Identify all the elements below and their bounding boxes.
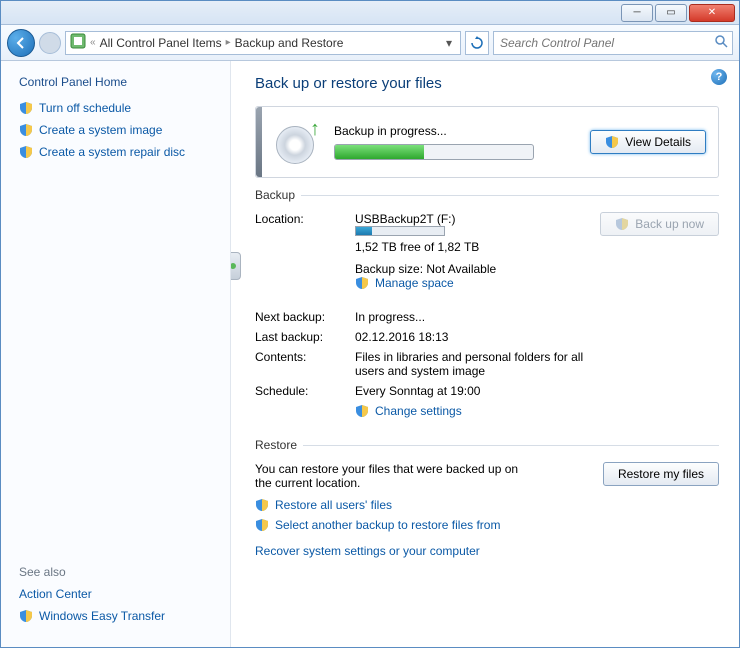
view-details-button[interactable]: View Details [590, 130, 706, 154]
main-panel: ? Back up or restore your files ↑ Backup… [231, 61, 739, 647]
contents-label: Contents: [255, 350, 355, 378]
recover-system-link[interactable]: Recover system settings or your computer [255, 544, 535, 558]
backup-progress-panel: ↑ Backup in progress... View Details [255, 106, 719, 178]
search-box[interactable] [493, 31, 733, 55]
shield-icon [255, 498, 269, 512]
page-title: Back up or restore your files [255, 75, 719, 92]
location-value: USBBackup2T (F:) [355, 212, 599, 226]
sidebar-item-label: Create a system image [39, 123, 162, 137]
view-details-label: View Details [625, 135, 691, 149]
next-backup-value: In progress... [355, 310, 719, 324]
breadcrumb-dropdown[interactable]: ▾ [442, 36, 456, 50]
back-button[interactable] [7, 29, 35, 57]
control-panel-icon [70, 33, 86, 52]
see-also-action-center[interactable]: Action Center [19, 587, 165, 601]
shield-icon [355, 276, 369, 290]
progress-status-text: Backup in progress... [334, 124, 576, 138]
search-icon[interactable] [714, 34, 728, 51]
progress-bar [334, 144, 534, 160]
last-backup-value: 02.12.2016 18:13 [355, 330, 719, 344]
backup-now-label: Back up now [635, 217, 704, 231]
navigation-bar: « All Control Panel Items ▸ Backup and R… [1, 25, 739, 61]
shield-icon [19, 145, 33, 159]
breadcrumb[interactable]: « All Control Panel Items ▸ Backup and R… [65, 31, 461, 55]
restore-description: You can restore your files that were bac… [255, 462, 535, 490]
sidebar-item-label: Turn off schedule [39, 101, 131, 115]
sidebar-item-turn-off-schedule[interactable]: Turn off schedule [19, 101, 230, 115]
restore-group: Restore You can restore your files that … [255, 438, 719, 558]
manage-space-link[interactable]: Manage space [375, 276, 454, 290]
restore-my-files-button[interactable]: Restore my files [603, 462, 719, 486]
help-icon[interactable]: ? [711, 69, 727, 85]
backup-disc-icon: ↑ [276, 120, 320, 164]
restore-all-users-link[interactable]: Restore all users' files [275, 498, 392, 512]
see-also-section: See also Action Center Windows Easy Tran… [19, 565, 165, 631]
restore-my-files-label: Restore my files [618, 467, 704, 481]
backup-size-text: Backup size: Not Available [355, 262, 599, 276]
shield-icon [355, 404, 369, 418]
sidebar-item-create-system-image[interactable]: Create a system image [19, 123, 230, 137]
free-space-text: 1,52 TB free of 1,82 TB [355, 240, 599, 254]
sidebar-item-label: Create a system repair disc [39, 145, 185, 159]
last-backup-label: Last backup: [255, 330, 355, 344]
maximize-button[interactable]: ▭ [655, 4, 687, 22]
schedule-value: Every Sonntag at 19:00 [355, 384, 719, 398]
sidebar-item-create-repair-disc[interactable]: Create a system repair disc [19, 145, 230, 159]
disk-usage-bar [355, 226, 445, 236]
location-label: Location: [255, 212, 355, 296]
chevron-right-icon: ▸ [226, 37, 231, 48]
schedule-label: Schedule: [255, 384, 355, 398]
progress-stripe [256, 107, 262, 177]
see-also-label: Action Center [19, 587, 92, 601]
shield-icon [615, 217, 629, 231]
breadcrumb-item[interactable]: Backup and Restore [235, 36, 344, 50]
sidebar-home-link[interactable]: Control Panel Home [19, 75, 230, 89]
backup-legend: Backup [255, 188, 301, 202]
window-titlebar: ─ ▭ ✕ [1, 1, 739, 25]
minimize-button[interactable]: ─ [621, 4, 653, 22]
backup-now-button: Back up now [600, 212, 719, 236]
close-button[interactable]: ✕ [689, 4, 735, 22]
shield-icon [605, 135, 619, 149]
shield-icon [19, 123, 33, 137]
shield-icon [19, 101, 33, 115]
see-also-label: Windows Easy Transfer [39, 609, 165, 623]
backup-group: Backup Location: USBBackup2T (F:) 1,52 T… [255, 188, 719, 430]
shield-icon [255, 518, 269, 532]
see-also-easy-transfer[interactable]: Windows Easy Transfer [19, 609, 165, 623]
see-also-title: See also [19, 565, 165, 579]
shield-icon [19, 609, 33, 623]
search-input[interactable] [498, 35, 714, 51]
contents-value: Files in libraries and personal folders … [355, 350, 615, 378]
sidebar: Control Panel Home Turn off schedule Cre… [1, 61, 231, 647]
next-backup-label: Next backup: [255, 310, 355, 324]
select-another-backup-link[interactable]: Select another backup to restore files f… [275, 518, 500, 532]
restore-legend: Restore [255, 438, 303, 452]
breadcrumb-item[interactable]: All Control Panel Items [100, 36, 222, 50]
drive-icon [231, 252, 241, 280]
forward-button[interactable] [39, 32, 61, 54]
breadcrumb-prefix: « [90, 37, 96, 48]
change-settings-link[interactable]: Change settings [375, 404, 462, 418]
refresh-button[interactable] [465, 31, 489, 55]
